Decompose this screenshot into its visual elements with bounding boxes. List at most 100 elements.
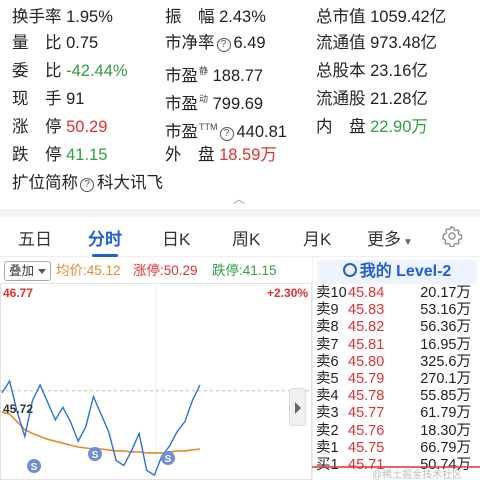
stat-value: 22.90万 xyxy=(370,118,428,136)
stat-value: 440.81 xyxy=(236,123,287,141)
level-price: 45.78 xyxy=(348,388,385,405)
svg-text:S: S xyxy=(92,450,99,461)
level2-header[interactable]: 我的 Level-2 xyxy=(317,260,477,284)
stat-value: 21.28亿 xyxy=(370,90,428,108)
level-label: 卖6 xyxy=(316,353,339,370)
stat-row: 涨 停 50.29 市盈TTM? 440.81 内 盘 22.90万 xyxy=(0,114,480,141)
stat-label: 市盈 xyxy=(165,67,198,85)
stat-cell: 市盈TTM? 440.81 xyxy=(165,114,287,145)
ask-row[interactable]: 卖4 45.78 55.85万 xyxy=(313,388,480,405)
level-label: 卖1 xyxy=(316,439,339,456)
limit-up-label: 涨停:50.29 xyxy=(133,263,198,278)
avg-price-line xyxy=(1,411,201,454)
y-max-pct-label: +2.30% xyxy=(267,286,309,300)
info-icon[interactable]: ? xyxy=(216,38,231,52)
stat-cell: 现 手 91 xyxy=(12,86,84,112)
level-volume: 66.79万 xyxy=(420,439,471,456)
level-label: 卖7 xyxy=(316,336,339,353)
level-volume: 16.95万 xyxy=(420,336,471,353)
level-volume: 20.17万 xyxy=(420,285,471,301)
tab-monthly-k[interactable]: 月K xyxy=(303,225,331,255)
stat-label: 总市值 xyxy=(316,8,366,26)
level-volume: 18.30万 xyxy=(420,422,471,439)
info-icon[interactable]: ? xyxy=(219,127,234,141)
stat-cell: 流通股 21.28亿 xyxy=(316,86,428,112)
overlay-button[interactable]: 叠加 xyxy=(4,261,51,281)
stat-label: 换手率 xyxy=(12,8,62,26)
stat-label: 振 幅 xyxy=(165,8,215,26)
level-volume: 325.6万 xyxy=(420,353,471,370)
stat-label: 总股本 xyxy=(316,62,366,80)
stat-label: 市盈 xyxy=(165,123,198,141)
ask-row[interactable]: 卖10 45.84 20.17万 xyxy=(313,285,480,302)
expand-orderbook-button[interactable] xyxy=(289,388,306,426)
stat-label: 市盈 xyxy=(165,95,198,113)
level-price: 45.80 xyxy=(348,353,385,370)
y-mid-label: 45.72 xyxy=(3,402,34,416)
stat-label: 市净率 xyxy=(165,34,215,52)
tab-more-label: 更多 xyxy=(367,230,401,249)
level-label: 卖3 xyxy=(316,405,339,422)
stat-label: 内 盘 xyxy=(316,118,366,136)
stat-value: 50.29 xyxy=(66,118,108,136)
ask-row[interactable]: 卖7 45.81 16.95万 xyxy=(313,337,480,354)
chevron-right-icon xyxy=(295,402,301,414)
info-icon[interactable]: ? xyxy=(80,178,94,192)
ask-row[interactable]: 卖1 45.75 66.79万 xyxy=(313,440,480,457)
level-price: 45.82 xyxy=(348,319,385,336)
stat-label-sup: 静 xyxy=(199,66,209,76)
ask-row[interactable]: 卖8 45.82 56.36万 xyxy=(313,319,480,336)
level-price: 45.81 xyxy=(348,336,385,353)
stat-cell: 内 盘 22.90万 xyxy=(316,114,428,140)
sell-marker-icon[interactable]: S xyxy=(88,447,102,461)
level-label: 卖8 xyxy=(316,319,339,336)
level-label: 卖2 xyxy=(316,422,339,439)
level-label: 卖10 xyxy=(316,285,347,301)
stat-row: 委 比 -42.44% 市盈静 188.77 总股本 23.16亿 xyxy=(0,58,480,85)
tab-more[interactable]: 更多 ▼ xyxy=(367,225,413,255)
stat-cell: 外 盘 18.59万 xyxy=(165,142,277,168)
gear-icon[interactable] xyxy=(441,225,463,247)
stat-label-sup: TTM xyxy=(199,122,218,132)
active-tab-indicator xyxy=(92,254,118,257)
intraday-chart-svg: S S S xyxy=(0,283,312,480)
sell-marker-icon[interactable]: S xyxy=(27,459,41,473)
ask-row[interactable]: 卖9 45.83 53.16万 xyxy=(313,302,480,319)
ask-row[interactable]: 卖5 45.79 270.1万 xyxy=(313,371,480,388)
level-label: 卖4 xyxy=(316,388,339,405)
ask-row[interactable]: 卖2 45.76 18.30万 xyxy=(313,423,480,440)
stat-label: 外 盘 xyxy=(165,146,215,164)
overlay-button-label: 叠加 xyxy=(9,264,35,278)
limit-down-label: 跌停:41.15 xyxy=(212,263,277,278)
tab-daily-k[interactable]: 日K xyxy=(162,225,190,255)
stat-cell: 跌 停 41.15 xyxy=(12,142,107,168)
chart-overlay-bar: 叠加 均价:45.12 涨停:50.29 跌停:41.15 xyxy=(0,260,312,282)
stat-cell: 总股本 23.16亿 xyxy=(316,58,428,84)
stat-value: 188.77 xyxy=(212,67,264,85)
tab-five-day[interactable]: 五日 xyxy=(18,225,52,255)
section-divider xyxy=(0,209,480,217)
intraday-chart[interactable]: S S S 46.77 +2.30% 45.72 xyxy=(0,283,312,480)
stat-value: 973.48亿 xyxy=(370,34,438,52)
stat-label: 流通值 xyxy=(316,34,366,52)
stat-label: 量 比 xyxy=(12,34,62,52)
ask-row[interactable]: 卖6 45.80 325.6万 xyxy=(313,354,480,371)
stat-label: 现 手 xyxy=(12,90,62,108)
sell-marker-icon[interactable]: S xyxy=(161,451,175,465)
stat-cell: 流通值 973.48亿 xyxy=(316,30,437,56)
stat-value: 1.95% xyxy=(66,8,113,26)
stat-row: 现 手 91 市盈动 799.69 流通股 21.28亿 xyxy=(0,86,480,113)
stat-row: 跌 停 41.15 外 盘 18.59万 xyxy=(0,142,480,168)
stat-value: 6.49 xyxy=(233,34,266,52)
stat-cell: 委 比 -42.44% xyxy=(12,58,128,84)
level-price: 45.75 xyxy=(348,439,385,456)
level2-title: 我的 Level-2 xyxy=(359,263,452,280)
tab-weekly-k[interactable]: 周K xyxy=(232,225,260,255)
avg-price-label: 均价:45.12 xyxy=(56,263,121,278)
collapse-chevron-icon[interactable]: ︿ xyxy=(233,193,245,205)
stat-cell: 扩位简称? 科大讯飞 xyxy=(12,170,163,196)
tab-intraday[interactable]: 分时 xyxy=(88,225,122,255)
ask-row[interactable]: 卖3 45.77 61.79万 xyxy=(313,405,480,422)
stat-row: 换手率 1.95% 振 幅 2.43% 总市值 1059.42亿 xyxy=(0,4,480,30)
stat-cell: 量 比 0.75 xyxy=(12,30,98,56)
